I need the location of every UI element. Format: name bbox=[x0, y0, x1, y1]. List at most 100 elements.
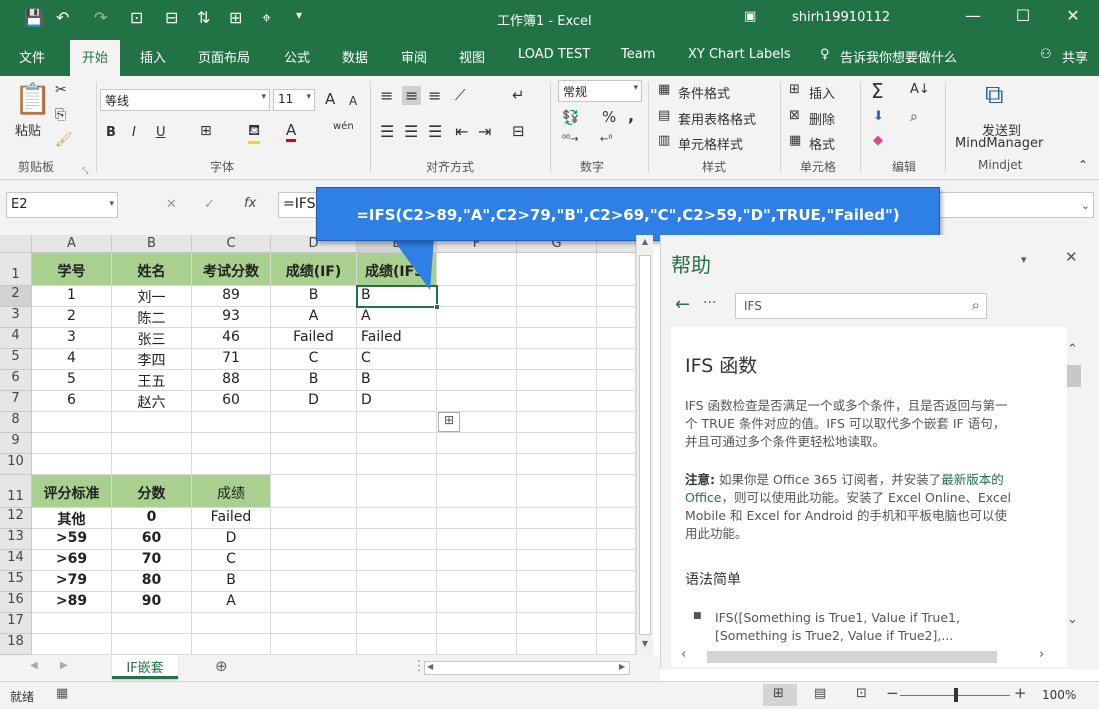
table-cell[interactable]: 60 bbox=[112, 529, 192, 550]
paste-button[interactable]: 粘贴 bbox=[15, 120, 41, 139]
align-bottom-icon[interactable]: ≡ bbox=[428, 86, 441, 105]
col-header-a[interactable]: A bbox=[32, 235, 112, 253]
font-size-combo[interactable]: 11 ▾ bbox=[273, 89, 315, 111]
wrap-text-icon[interactable]: ↵ bbox=[512, 86, 525, 104]
insert-cells-icon[interactable]: ⊞ bbox=[789, 82, 800, 97]
row-header[interactable]: 1 bbox=[0, 253, 32, 286]
touch-mode-icon[interactable]: ⊡ bbox=[130, 8, 143, 27]
table-cell[interactable]: 80 bbox=[112, 571, 192, 592]
find-select-icon[interactable]: ⌕ bbox=[910, 109, 918, 125]
help-search-input[interactable]: IFS ⌕ bbox=[735, 293, 987, 319]
tab-load-test[interactable]: LOAD TEST bbox=[518, 47, 590, 62]
row-header[interactable]: 18 bbox=[0, 634, 32, 655]
page-layout-view-icon[interactable]: ▤ bbox=[814, 686, 826, 701]
row-header[interactable]: 16 bbox=[0, 592, 32, 613]
underline-button[interactable]: U bbox=[156, 125, 166, 140]
comma-style-button[interactable]: , bbox=[628, 106, 634, 125]
table-cell[interactable]: A bbox=[192, 592, 271, 613]
table-cell[interactable]: 2 bbox=[32, 307, 112, 328]
share-icon[interactable]: ⚇ bbox=[1040, 47, 1052, 62]
align-center-icon[interactable]: ☰ bbox=[404, 122, 418, 141]
format-cells-button[interactable]: 格式 bbox=[809, 134, 835, 153]
user-name[interactable]: shirh19910112 bbox=[792, 10, 890, 25]
grow-font-icon[interactable]: A bbox=[325, 90, 335, 108]
table-cell[interactable]: 王五 bbox=[112, 370, 192, 391]
table-cell[interactable]: B bbox=[271, 286, 357, 307]
mindmanager-label[interactable]: MindManager bbox=[955, 136, 1043, 151]
delete-cells-button[interactable]: 删除 bbox=[809, 109, 835, 128]
normal-view-button[interactable]: ⊞ bbox=[763, 684, 797, 706]
quick-analysis-icon[interactable]: ⊞ bbox=[438, 412, 460, 432]
table-cell[interactable]: A bbox=[357, 307, 437, 328]
table-cell[interactable]: 60 bbox=[192, 391, 271, 412]
col-header-b[interactable]: B bbox=[112, 235, 192, 253]
shrink-font-icon[interactable]: A bbox=[349, 94, 357, 108]
format-painter-icon[interactable]: 🖌 bbox=[55, 132, 73, 148]
table-cell[interactable]: 46 bbox=[192, 328, 271, 349]
dialog-launcher-icon[interactable]: ⤡ bbox=[82, 166, 88, 176]
help-scroll-down-icon[interactable]: ⌄ bbox=[1067, 612, 1078, 627]
row-header[interactable]: 10 bbox=[0, 454, 32, 475]
table-cell[interactable]: 其他 bbox=[32, 508, 112, 529]
tell-me-box[interactable]: 告诉我你想要做什么 bbox=[840, 47, 957, 66]
zoom-in-icon[interactable]: + bbox=[1014, 684, 1027, 702]
table-cell[interactable]: >89 bbox=[32, 592, 112, 613]
table-cell[interactable]: 5 bbox=[32, 370, 112, 391]
maximize-button[interactable]: ☐ bbox=[1003, 6, 1043, 25]
save-icon[interactable]: 💾 bbox=[24, 8, 44, 27]
insert-function-button[interactable]: fx bbox=[244, 196, 256, 211]
next-sheet-icon[interactable]: ▶ bbox=[60, 660, 68, 671]
bold-button[interactable]: B bbox=[106, 125, 116, 140]
row-header[interactable]: 3 bbox=[0, 307, 32, 328]
share-button[interactable]: 共享 bbox=[1062, 47, 1088, 66]
cell-d1[interactable]: 成绩(IF) bbox=[271, 253, 357, 286]
row-header[interactable]: 11 bbox=[0, 475, 32, 508]
table-cell[interactable]: C bbox=[357, 349, 437, 370]
table-cell[interactable]: 刘一 bbox=[112, 286, 192, 307]
table-cell[interactable]: 0 bbox=[112, 508, 192, 529]
table-cell[interactable]: 90 bbox=[112, 592, 192, 613]
align-top-icon[interactable]: ≡ bbox=[380, 86, 393, 105]
cell-styles-button[interactable]: 单元格样式 bbox=[678, 134, 743, 153]
help-scroll-thumb[interactable] bbox=[1067, 365, 1081, 387]
horizontal-scrollbar[interactable]: ◀ ▶ bbox=[424, 661, 630, 675]
row-header[interactable]: 17 bbox=[0, 613, 32, 634]
table-cell[interactable]: Failed bbox=[357, 328, 437, 349]
insert-cells-button[interactable]: 插入 bbox=[809, 83, 835, 102]
cell-c11[interactable]: 成绩 bbox=[192, 475, 271, 508]
row-header[interactable]: 4 bbox=[0, 328, 32, 349]
table-cell[interactable]: 陈二 bbox=[112, 307, 192, 328]
cancel-icon[interactable]: ✕ bbox=[166, 197, 177, 212]
format-as-table-button[interactable]: 套用表格格式 bbox=[678, 109, 756, 128]
row-header[interactable]: 6 bbox=[0, 370, 32, 391]
table-cell[interactable]: 李四 bbox=[112, 349, 192, 370]
number-format-combo[interactable]: 常规 ▾ bbox=[558, 80, 642, 102]
conditional-format-icon[interactable]: ▦ bbox=[658, 82, 670, 97]
fill-icon[interactable]: ⬇ bbox=[873, 109, 884, 124]
sort-icon[interactable]: ⇅ bbox=[197, 8, 210, 27]
borders-icon[interactable]: ⊞ bbox=[200, 123, 212, 139]
font-color-icon[interactable]: A bbox=[286, 121, 297, 142]
tab-view[interactable]: 视图 bbox=[459, 47, 485, 66]
row-header[interactable]: 8 bbox=[0, 412, 32, 433]
zoom-thumb[interactable] bbox=[954, 688, 958, 702]
table-cell[interactable]: 93 bbox=[192, 307, 271, 328]
table-cell[interactable]: 70 bbox=[112, 550, 192, 571]
row-header[interactable]: 14 bbox=[0, 550, 32, 571]
orientation-icon[interactable]: ⟋ bbox=[455, 86, 466, 104]
percent-button[interactable]: % bbox=[602, 108, 616, 126]
currency-icon[interactable]: 💱 bbox=[562, 110, 579, 126]
minimize-button[interactable]: — bbox=[953, 6, 993, 25]
table-cell[interactable]: >69 bbox=[32, 550, 112, 571]
row-header[interactable]: 5 bbox=[0, 349, 32, 370]
table-cell[interactable]: Failed bbox=[271, 328, 357, 349]
zoom-level[interactable]: 100% bbox=[1042, 688, 1076, 702]
collapse-ribbon-icon[interactable]: ⌃ bbox=[1078, 158, 1088, 172]
tab-formulas[interactable]: 公式 bbox=[284, 47, 310, 66]
select-all-corner[interactable] bbox=[0, 235, 32, 253]
table-cell[interactable]: D bbox=[271, 391, 357, 412]
cell-b1[interactable]: 姓名 bbox=[112, 253, 192, 286]
tab-review[interactable]: 审阅 bbox=[401, 47, 427, 66]
merge-center-icon[interactable]: ⊟ bbox=[512, 122, 525, 140]
table-cell[interactable]: C bbox=[271, 349, 357, 370]
